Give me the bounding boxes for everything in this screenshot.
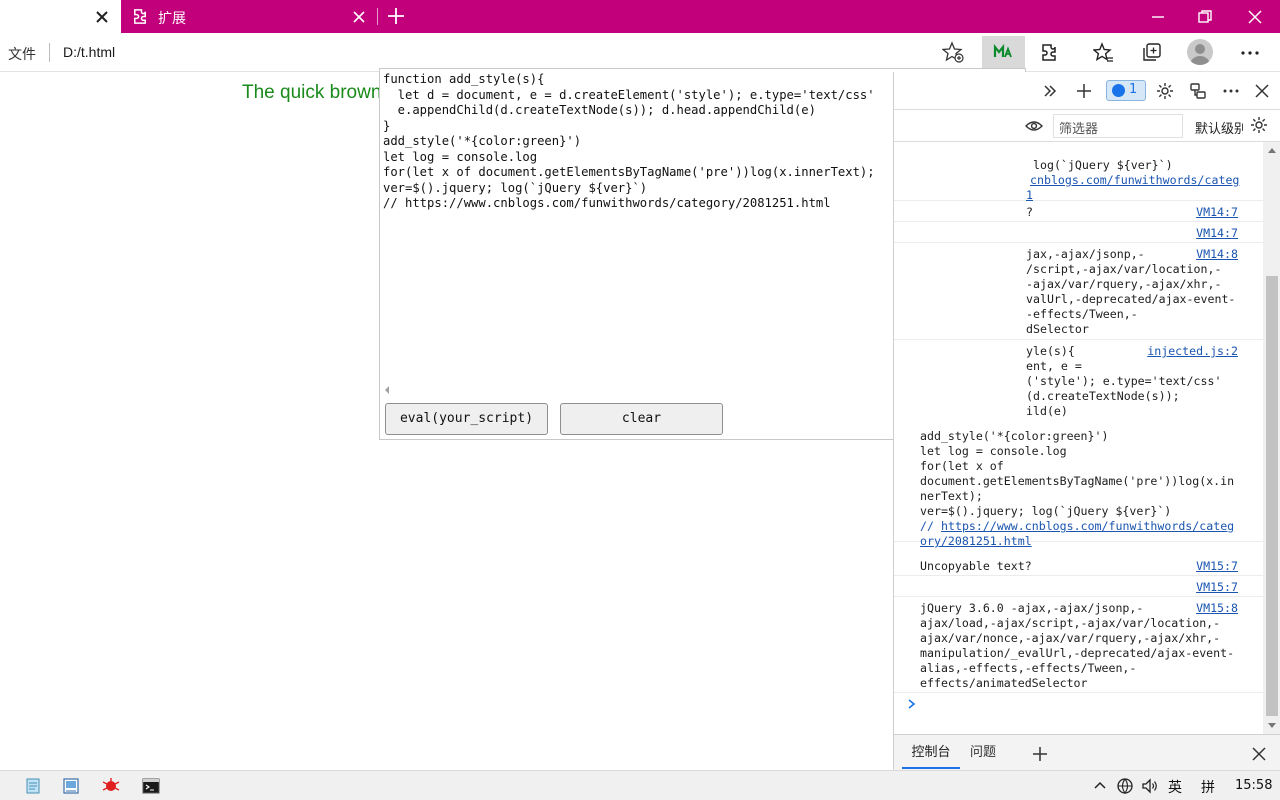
close-icon[interactable] xyxy=(93,8,111,26)
scroll-up-icon[interactable] xyxy=(1267,146,1277,154)
collections-icon[interactable] xyxy=(1141,42,1162,63)
console-source-link[interactable]: VM15:7 xyxy=(1196,580,1238,595)
devtools-tab-bar: 1 xyxy=(894,72,1280,110)
new-tab-icon[interactable] xyxy=(386,6,406,26)
console-message-text: jQuery 3.6.0 -ajax,-ajax/jsonp,- ajax/lo… xyxy=(920,601,1235,690)
console-message: VM15:7 xyxy=(894,576,1263,597)
drawer-tab-issues[interactable]: 问题 xyxy=(970,739,1000,769)
clock-time[interactable]: 15:58 xyxy=(1235,778,1272,793)
eval-button[interactable]: eval(your_script) xyxy=(385,403,548,435)
ma-extension-icon xyxy=(993,42,1013,62)
console-comment: // xyxy=(920,519,941,533)
drawer-tab-console[interactable]: 控制台 xyxy=(902,739,960,769)
console-message-text: add_style('*{color:green}') let log = co… xyxy=(920,429,1235,518)
issues-count: 1 xyxy=(1129,82,1138,97)
page-text: The quick brown xyxy=(242,82,382,103)
console-filter-bar: 筛选器 默认级别 xyxy=(894,110,1280,142)
input-language[interactable]: 英 xyxy=(1168,777,1182,797)
console-message: jax,-ajax/jsonp,- /script,-ajax/var/loca… xyxy=(894,243,1263,340)
ime-mode[interactable]: 拼 xyxy=(1201,777,1215,797)
close-icon[interactable] xyxy=(351,9,367,25)
clear-button[interactable]: clear xyxy=(560,403,723,435)
favorites-icon[interactable] xyxy=(1093,42,1114,63)
console-message-text: Uncopyable text? xyxy=(920,559,1032,573)
console-prompt-icon[interactable] xyxy=(906,698,918,710)
devtools-drawer: 控制台 问题 xyxy=(894,734,1280,770)
console-message: log(`jQuery ${ver}`) cnblogs.com/funwith… xyxy=(894,154,1263,202)
console-link[interactable]: ory/2081251.html xyxy=(920,534,1032,549)
console-message: yle(s){ ent, e = ('style'); e.type='text… xyxy=(894,340,1263,548)
console-message: jQuery 3.6.0 -ajax,-ajax/jsonp,- ajax/lo… xyxy=(894,597,1263,693)
chevron-double-right-icon[interactable] xyxy=(1040,81,1060,101)
tab-extensions-label: 扩展 xyxy=(158,11,186,27)
tab-extensions[interactable]: 扩展 xyxy=(121,0,376,33)
chevron-up-icon[interactable] xyxy=(1091,777,1109,795)
address-input[interactable]: D:/t.html xyxy=(63,44,115,60)
globe-network-icon[interactable] xyxy=(1116,777,1134,795)
address-separator xyxy=(49,43,50,62)
console-message: Uncopyable text? VM15:7 xyxy=(894,555,1263,576)
close-icon[interactable] xyxy=(1252,81,1272,101)
add-favorite-icon[interactable] xyxy=(942,41,964,63)
console-source-link[interactable]: VM14:7 xyxy=(1196,226,1238,241)
console-message-text: ? xyxy=(1026,205,1033,219)
console-source-link[interactable]: VM14:8 xyxy=(1196,247,1238,262)
extension-ma-button[interactable] xyxy=(982,36,1025,68)
console-source-link[interactable]: VM15:8 xyxy=(1196,601,1238,616)
tab-strip: 扩展 xyxy=(0,0,1280,33)
add-tool-icon[interactable] xyxy=(1074,81,1094,101)
console-source-link[interactable]: VM15:7 xyxy=(1196,559,1238,574)
puzzle-icon xyxy=(134,9,147,24)
add-tool-icon[interactable] xyxy=(1030,744,1050,764)
scroll-down-icon[interactable] xyxy=(1267,722,1277,730)
gear-icon[interactable] xyxy=(1155,81,1175,101)
profile-avatar[interactable] xyxy=(1187,39,1213,65)
site-info-label[interactable]: 文件 xyxy=(8,44,36,64)
bug-app-icon[interactable] xyxy=(102,777,120,795)
eye-icon[interactable] xyxy=(1025,117,1043,135)
window-close-icon[interactable] xyxy=(1245,7,1265,27)
console-link[interactable]: https://www.cnblogs.com/funwithwords/cat… xyxy=(941,519,1234,534)
console-output: log(`jQuery ${ver}`) cnblogs.com/funwith… xyxy=(894,142,1263,732)
console-message: VM14:7 xyxy=(894,222,1263,243)
console-filter-placeholder: 筛选器 xyxy=(1059,122,1099,137)
more-menu-icon[interactable] xyxy=(1239,42,1261,64)
console-link[interactable]: cnblogs.com/funwithwords/categ xyxy=(1030,173,1239,188)
issues-bubble-icon xyxy=(1112,84,1125,97)
close-icon[interactable] xyxy=(1249,744,1269,764)
tab-current-page[interactable] xyxy=(0,0,121,33)
console-source-link[interactable]: VM14:7 xyxy=(1196,205,1238,220)
scrollbar-thumb[interactable] xyxy=(1266,276,1278,716)
taskbar: 英 拼 15:58 xyxy=(0,770,1280,800)
notepad-icon[interactable] xyxy=(24,777,42,795)
picture-viewer-icon[interactable] xyxy=(62,777,80,795)
issues-badge[interactable]: 1 xyxy=(1106,80,1146,101)
connect-device-icon[interactable] xyxy=(1188,81,1208,101)
log-level-dropdown[interactable]: 默认级别 xyxy=(1195,118,1243,137)
minimize-icon[interactable] xyxy=(1148,7,1168,27)
devtools-panel: 1 筛选器 默认级别 log(`jQuery ${ver}`) cnblogs.… xyxy=(893,72,1280,770)
gear-icon[interactable] xyxy=(1249,115,1269,135)
volume-icon[interactable] xyxy=(1141,777,1159,795)
console-source-link[interactable]: injected.js:2 xyxy=(1147,344,1238,359)
extensions-icon[interactable] xyxy=(1040,42,1061,63)
more-options-icon[interactable] xyxy=(1221,81,1241,101)
console-message: ? VM14:7 xyxy=(894,201,1263,222)
restore-icon[interactable] xyxy=(1195,7,1215,27)
console-message-text: log(`jQuery ${ver}`) xyxy=(1033,158,1173,172)
tab-separator xyxy=(377,8,378,25)
console-scrollbar[interactable] xyxy=(1263,142,1280,734)
command-prompt-icon[interactable] xyxy=(142,777,160,795)
user-avatar-icon xyxy=(1190,44,1210,65)
address-toolbar: 文件 D:/t.html xyxy=(0,33,1280,72)
